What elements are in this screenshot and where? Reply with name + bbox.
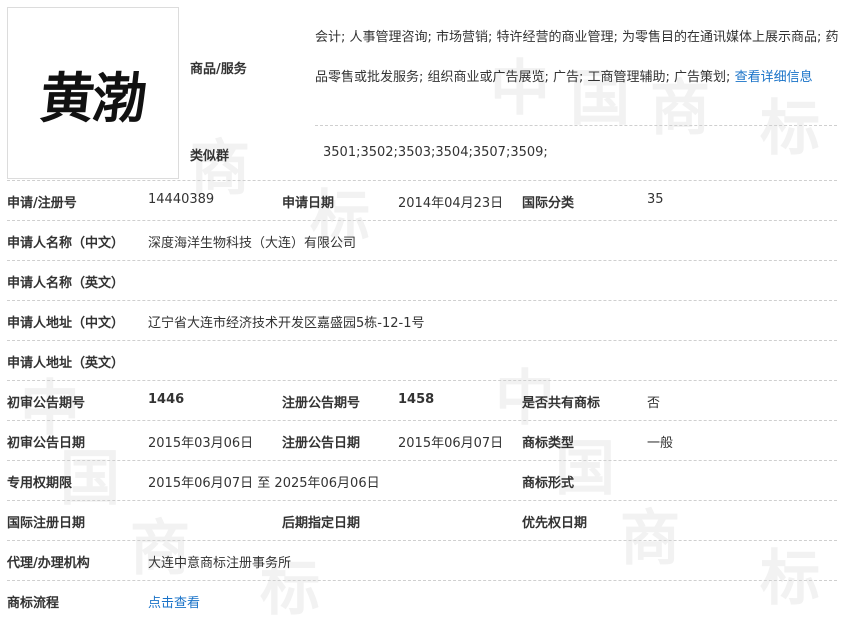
row-address-en: 申请人地址（英文）: [7, 340, 837, 380]
reg-issue-value: 1458: [398, 392, 435, 407]
reg-date-value: 2015年06月07日: [398, 436, 504, 451]
applicant-cn-label: 申请人名称（中文）: [7, 236, 125, 251]
view-details-link[interactable]: 查看详细信息: [735, 70, 813, 85]
process-label: 商标流程: [7, 596, 60, 611]
prelim-date-value: 2015年03月06日: [148, 436, 254, 451]
row-issue-numbers: 初审公告期号 1446 注册公告期号 1458 是否共有商标 否: [7, 380, 837, 420]
row-agent: 代理/办理机构 大连中意商标注册事务所: [7, 540, 837, 580]
shared-label: 是否共有商标: [522, 396, 601, 411]
applicant-en-label: 申请人名称（英文）: [7, 276, 125, 291]
exclusive-period-value: 2015年06月07日 至 2025年06月06日: [148, 476, 380, 491]
row-applicant-cn: 申请人名称（中文） 深度海洋生物科技（大连）有限公司: [7, 220, 837, 260]
row-process: 商标流程 点击查看: [7, 580, 837, 620]
goods-label: 商品/服务: [190, 62, 247, 77]
prelim-issue-label: 初审公告期号: [7, 396, 86, 411]
address-en-label: 申请人地址（英文）: [7, 356, 125, 371]
row-applicant-en: 申请人名称（英文）: [7, 260, 837, 300]
priority-date-label: 优先权日期: [522, 516, 588, 531]
reg-date-label: 注册公告日期: [282, 436, 361, 451]
mark-form-label: 商标形式: [522, 476, 575, 491]
reg-issue-label: 注册公告期号: [282, 396, 361, 411]
agent-label: 代理/办理机构: [7, 556, 90, 571]
later-designation-label: 后期指定日期: [282, 516, 361, 531]
intl-reg-date-label: 国际注册日期: [7, 516, 86, 531]
mark-type-label: 商标类型: [522, 436, 575, 451]
apply-date-value: 2014年04月23日: [398, 196, 504, 211]
row-address-cn: 申请人地址（中文） 辽宁省大连市经济技术开发区嘉盛园5栋-12-1号: [7, 300, 837, 340]
prelim-date-label: 初审公告日期: [7, 436, 86, 451]
applicant-cn-value: 深度海洋生物科技（大连）有限公司: [148, 236, 357, 251]
mark-type-value: 一般: [647, 436, 674, 451]
shared-value: 否: [647, 396, 661, 411]
trademark-logo-text: 黄渤: [37, 65, 148, 130]
exclusive-period-label: 专用权期限: [7, 476, 73, 491]
reg-no-value: 14440389: [148, 192, 215, 207]
prelim-issue-value: 1446: [148, 392, 185, 407]
reg-no-label: 申请/注册号: [7, 196, 77, 211]
address-cn-label: 申请人地址（中文）: [7, 316, 125, 331]
similar-group-label: 类似群: [190, 149, 230, 164]
goods-text: 会计; 人事管理咨询; 市场营销; 特许经营的商业管理; 为零售目的在通讯媒体上…: [315, 18, 840, 98]
divider: [315, 125, 837, 126]
similar-group-value: 3501;3502;3503;3504;3507;3509;: [323, 145, 548, 160]
intl-class-label: 国际分类: [522, 196, 575, 211]
intl-class-value: 35: [647, 192, 664, 207]
row-exclusive-period: 专用权期限 2015年06月07日 至 2025年06月06日 商标形式: [7, 460, 837, 500]
row-reg-no: 申请/注册号 14440389 申请日期 2014年04月23日 国际分类 35: [7, 180, 837, 220]
trademark-image: 黄渤: [7, 7, 179, 179]
view-process-link[interactable]: 点击查看: [148, 592, 200, 611]
row-intl-dates: 国际注册日期 后期指定日期 优先权日期: [7, 500, 837, 540]
apply-date-label: 申请日期: [282, 196, 335, 211]
address-cn-value: 辽宁省大连市经济技术开发区嘉盛园5栋-12-1号: [148, 316, 425, 331]
agent-value: 大连中意商标注册事务所: [148, 556, 292, 571]
row-dates: 初审公告日期 2015年03月06日 注册公告日期 2015年06月07日 商标…: [7, 420, 837, 460]
